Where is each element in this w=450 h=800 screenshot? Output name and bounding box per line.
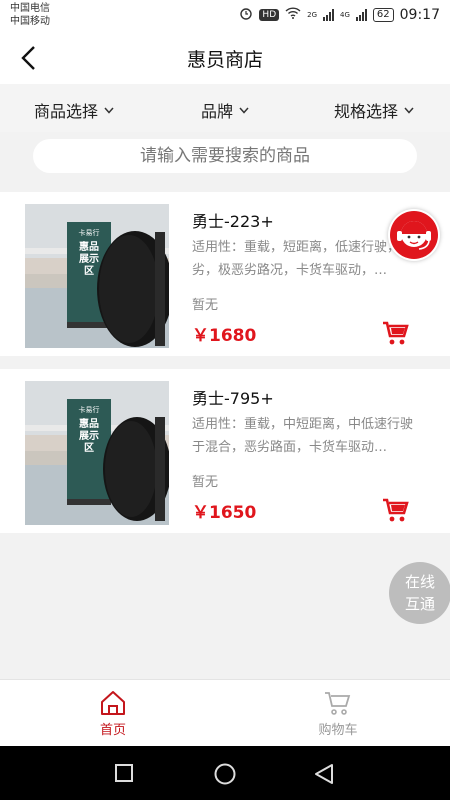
tab-bar: 首页 购物车 bbox=[0, 679, 450, 746]
sign-top-text: 卡易行 bbox=[78, 229, 100, 237]
cart-icon bbox=[325, 692, 351, 715]
product-name[interactable]: 勇士-795+ bbox=[192, 385, 274, 409]
sign-top-text: 卡易行 bbox=[78, 406, 100, 414]
hd-badge: HD bbox=[259, 9, 280, 21]
filter-brand-label: 品牌 bbox=[201, 102, 234, 121]
filter-brand[interactable]: 品牌 bbox=[201, 98, 249, 122]
product-name[interactable]: 勇士-223+ bbox=[192, 208, 274, 232]
sign-main-text: 惠品展示区 bbox=[79, 242, 99, 277]
cart-icon bbox=[383, 321, 409, 345]
battery-indicator: 62 bbox=[372, 8, 394, 22]
network-2g-label: 2G bbox=[307, 11, 318, 19]
product-image[interactable]: 卡易行 惠品展示区 bbox=[25, 381, 169, 525]
carrier-info: 中国电信 中国移动 bbox=[10, 2, 50, 28]
chevron-down-icon bbox=[404, 107, 414, 114]
search-input[interactable]: 请输入需要搜索的商品 bbox=[33, 139, 417, 173]
product-price: ￥1650 bbox=[192, 503, 257, 523]
circle-icon bbox=[214, 763, 236, 785]
product-description: 适用性：重载，中短距离，中低速行驶于混合，恶劣路面，卡货车驱动… bbox=[192, 417, 414, 455]
header: 惠员商店 bbox=[0, 32, 450, 84]
filter-spec-label: 规格选择 bbox=[334, 102, 399, 121]
add-to-cart-button[interactable] bbox=[382, 497, 410, 523]
home-icon bbox=[101, 691, 125, 715]
cart-icon bbox=[383, 498, 409, 522]
customer-service-button[interactable] bbox=[388, 209, 440, 261]
add-to-cart-button[interactable] bbox=[382, 320, 410, 346]
signal-icon bbox=[323, 9, 335, 21]
sign-main-text: 惠品展示区 bbox=[79, 419, 99, 454]
network-4g-label: 4G bbox=[340, 11, 350, 19]
product-stock: 暂无 bbox=[192, 475, 219, 490]
search-area: 请输入需要搜索的商品 bbox=[0, 132, 450, 180]
signal-icon-2 bbox=[355, 9, 367, 21]
product-price: ￥1680 bbox=[192, 326, 257, 346]
product-stock: 暂无 bbox=[192, 298, 219, 313]
triangle-back-icon bbox=[315, 764, 333, 784]
online-chat-line1: 在线 bbox=[404, 573, 435, 591]
square-icon bbox=[115, 764, 133, 782]
tab-cart-label: 购物车 bbox=[318, 723, 358, 738]
wifi-icon bbox=[285, 7, 301, 23]
tab-home[interactable]: 首页 bbox=[63, 690, 163, 738]
product-image[interactable]: 卡易行 惠品展示区 bbox=[25, 204, 169, 348]
alarm-icon bbox=[239, 6, 253, 24]
system-nav-bar bbox=[0, 746, 450, 800]
carrier-1: 中国电信 bbox=[10, 3, 50, 14]
filter-spec[interactable]: 规格选择 bbox=[334, 98, 414, 122]
product-description: 适用性：重载，短距离，低速行驶，恶劣，极恶劣路况，卡货车驱动，… bbox=[192, 240, 414, 278]
chevron-down-icon bbox=[239, 107, 249, 114]
customer-service-icon bbox=[390, 211, 438, 259]
online-chat-line2: 互通 bbox=[404, 595, 435, 613]
filter-bar: 商品选择 品牌 规格选择 bbox=[0, 84, 450, 132]
back-system-button[interactable] bbox=[314, 763, 334, 789]
filter-product-label: 商品选择 bbox=[34, 102, 99, 121]
page-title: 惠员商店 bbox=[186, 49, 263, 71]
home-system-button[interactable] bbox=[214, 763, 236, 789]
tab-home-label: 首页 bbox=[99, 723, 126, 738]
clock: 09:17 bbox=[399, 7, 440, 23]
product-card[interactable]: 卡易行 惠品展示区 勇士-223+ 适用性：重载，短距离，低速行驶，恶劣，极恶劣… bbox=[0, 192, 450, 356]
recent-apps-button[interactable] bbox=[115, 764, 133, 786]
filter-product[interactable]: 商品选择 bbox=[34, 98, 114, 122]
product-card[interactable]: 卡易行 惠品展示区 勇士-795+ 适用性：重载，中短距离，中低速行驶于混合，恶… bbox=[0, 369, 450, 533]
online-chat-button[interactable]: 在线 互通 bbox=[389, 562, 450, 624]
chevron-down-icon bbox=[104, 107, 114, 114]
tab-cart[interactable]: 购物车 bbox=[288, 690, 388, 738]
status-bar: 中国电信 中国移动 HD 2G 4G 62 09:17 bbox=[0, 0, 450, 32]
status-icons: HD 2G 4G 62 09:17 bbox=[239, 6, 440, 24]
carrier-2: 中国移动 bbox=[10, 16, 50, 27]
